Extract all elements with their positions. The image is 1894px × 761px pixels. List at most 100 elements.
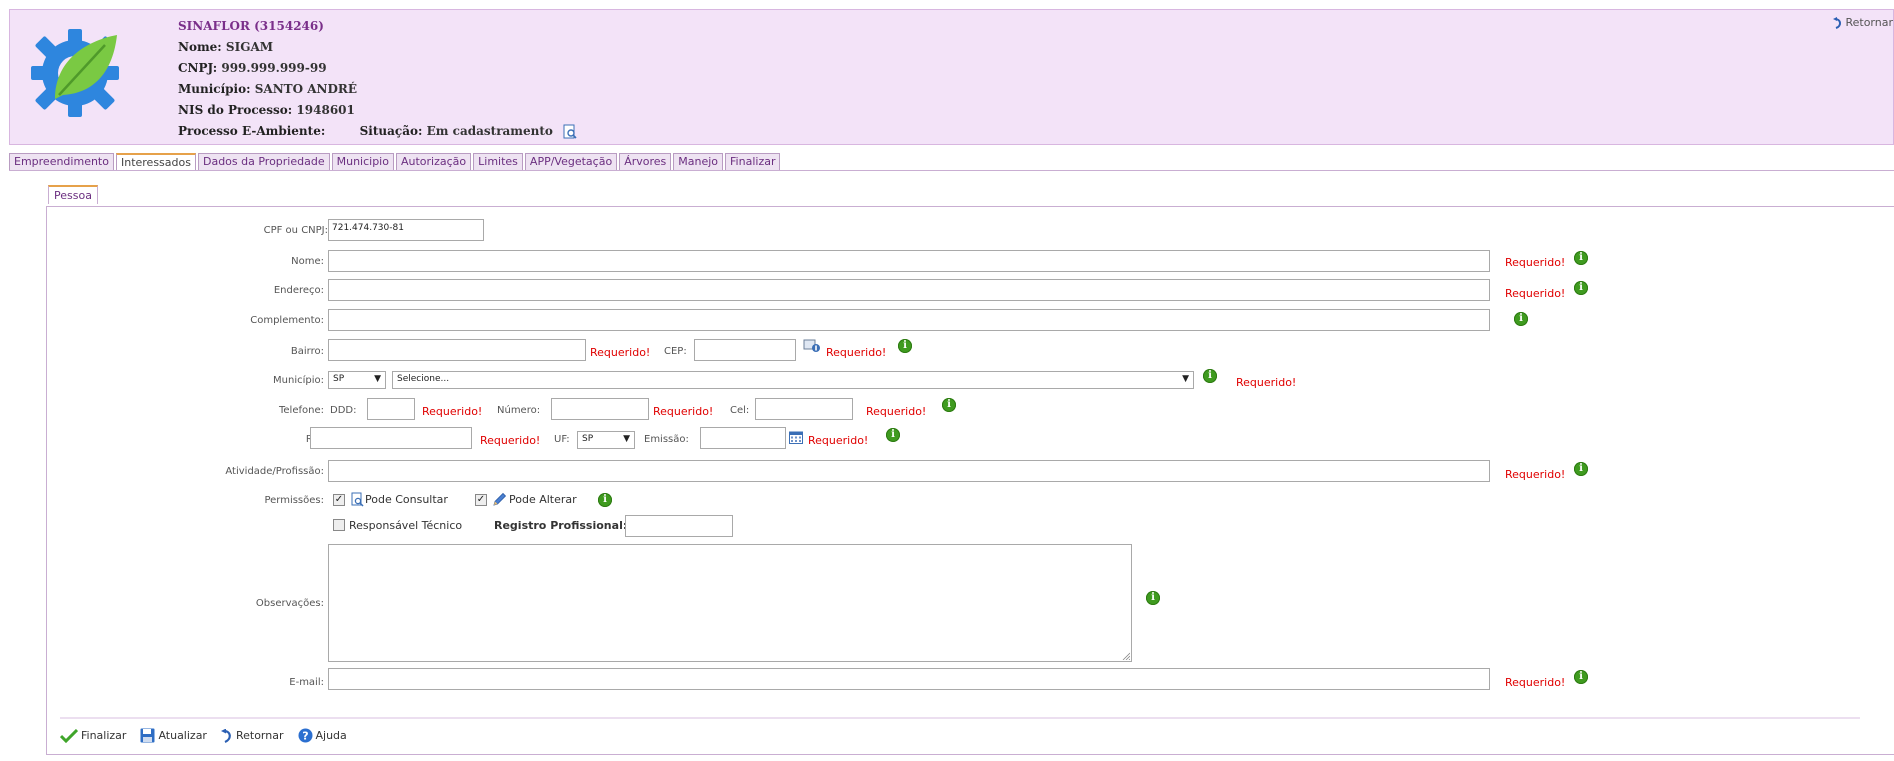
- pode-consultar-checkbox[interactable]: ✓: [333, 494, 345, 506]
- return-arrow-icon: [1833, 17, 1842, 29]
- ajuda-button[interactable]: ? Ajuda: [298, 728, 347, 743]
- email-input[interactable]: [328, 668, 1490, 690]
- tab-manejo[interactable]: Manejo: [673, 153, 724, 170]
- endereco-input[interactable]: [328, 279, 1490, 301]
- rg-input[interactable]: [310, 427, 472, 449]
- finalizar-button[interactable]: Finalizar: [60, 728, 127, 743]
- bairro-required: Requerido!: [590, 346, 651, 359]
- tab-pessoa[interactable]: Pessoa: [48, 185, 98, 204]
- permissoes-info-icon[interactable]: i: [598, 493, 612, 507]
- email-required: Requerido!: [1505, 676, 1566, 689]
- cpf-label: CPF ou CNPJ:: [263, 225, 328, 236]
- complemento-info-icon[interactable]: i: [1514, 312, 1528, 326]
- email-info-icon[interactable]: i: [1574, 670, 1588, 684]
- observacoes-textarea[interactable]: [328, 544, 1132, 662]
- registro-profissional-input[interactable]: [625, 515, 733, 537]
- municipio-info-icon[interactable]: i: [1203, 369, 1217, 383]
- retornar-label: Retornar: [235, 729, 284, 742]
- tab-app-vegetacao[interactable]: APP/Vegetação: [524, 153, 618, 170]
- form-actions: Finalizar Atualizar Retornar ? Ajuda: [60, 728, 361, 743]
- tab-finalizar[interactable]: Finalizar: [725, 153, 781, 170]
- ddd-label: DDD:: [330, 405, 357, 416]
- cep-required: Requerido!: [826, 346, 887, 359]
- processo-label: Processo E-Ambiente:: [178, 124, 326, 138]
- numero-input[interactable]: [551, 398, 649, 420]
- municipio-select-value: Selecione...: [397, 374, 450, 384]
- pencil-icon: [493, 492, 507, 506]
- atividade-info-icon[interactable]: i: [1574, 462, 1588, 476]
- resize-grip-icon[interactable]: [1122, 652, 1130, 660]
- emissao-required: Requerido!: [808, 434, 869, 447]
- atualizar-button[interactable]: Atualizar: [140, 728, 207, 743]
- tab-dados-propriedade[interactable]: Dados da Propriedade: [197, 153, 330, 170]
- endereco-required: Requerido!: [1505, 287, 1566, 300]
- telefone-info-icon[interactable]: i: [942, 398, 956, 412]
- municipio-required: Requerido!: [1236, 376, 1297, 389]
- finalizar-label: Finalizar: [81, 729, 127, 742]
- numero-required: Requerido!: [653, 405, 714, 418]
- pode-alterar-checkbox[interactable]: ✓: [475, 494, 487, 506]
- nome-field-label: Nome:: [291, 256, 324, 267]
- tab-autorizacao[interactable]: Autorização: [395, 153, 472, 170]
- cep-info-icon[interactable]: i: [898, 339, 912, 353]
- chevron-down-icon: ▼: [623, 434, 630, 444]
- cep-search-icon[interactable]: [803, 339, 821, 353]
- cep-label: CEP:: [664, 346, 687, 357]
- tab-interessados[interactable]: Interessados: [115, 153, 196, 171]
- tab-arvores[interactable]: Árvores: [619, 153, 672, 170]
- numero-label: Número:: [497, 405, 541, 416]
- responsavel-tecnico-checkbox[interactable]: [333, 519, 345, 531]
- rg-uf-label: UF:: [554, 434, 570, 445]
- tab-municipio[interactable]: Municipio: [331, 153, 394, 170]
- responsavel-tecnico-label: Responsável Técnico: [349, 519, 463, 532]
- nome-label: Nome:: [178, 40, 222, 54]
- calendar-icon[interactable]: [789, 431, 803, 444]
- cpf-input[interactable]: 721.474.730-81: [328, 219, 484, 241]
- endereco-info-icon[interactable]: i: [1574, 281, 1588, 295]
- emissao-input[interactable]: [700, 427, 786, 449]
- cel-required: Requerido!: [866, 405, 927, 418]
- municipio-uf-select[interactable]: SP ▼: [328, 371, 386, 389]
- rg-uf-select[interactable]: SP ▼: [577, 431, 635, 449]
- tab-limites[interactable]: Limites: [473, 153, 523, 170]
- municipio-uf-value: SP: [333, 374, 345, 384]
- tab-empreendimento[interactable]: Empreendimento: [9, 153, 114, 170]
- nome-input[interactable]: [328, 250, 1490, 272]
- nome-info-icon[interactable]: i: [1574, 251, 1588, 265]
- retornar-top-link[interactable]: Retornar: [1833, 16, 1893, 29]
- nome-value: SIGAM: [225, 40, 274, 54]
- rg-info-icon[interactable]: i: [886, 428, 900, 442]
- floppy-disk-icon: [140, 728, 155, 743]
- nis-value: 1948601: [296, 103, 355, 117]
- cel-input[interactable]: [755, 398, 853, 420]
- retornar-button[interactable]: Retornar: [220, 728, 284, 743]
- situacao-label: Situação:: [359, 124, 423, 138]
- tabs-divider: [9, 170, 1894, 171]
- complemento-input[interactable]: [328, 309, 1490, 331]
- pode-alterar-label: Pode Alterar: [509, 493, 577, 506]
- cep-input[interactable]: [694, 339, 796, 361]
- footer-divider: [60, 717, 1860, 719]
- registro-profissional-label: Registro Profissional:: [494, 519, 628, 532]
- process-info: SINAFLOR (3154246) Nome: SIGAM CNPJ: 999…: [178, 16, 577, 142]
- atividade-input[interactable]: [328, 460, 1490, 482]
- observacoes-info-icon[interactable]: i: [1146, 591, 1160, 605]
- rg-required: Requerido!: [480, 434, 541, 447]
- return-arrow-icon: [220, 728, 231, 743]
- rg-uf-value: SP: [582, 434, 594, 444]
- municipio-select[interactable]: Selecione... ▼: [392, 371, 1194, 389]
- nome-required: Requerido!: [1505, 256, 1566, 269]
- cnpj-value: 999.999.999-99: [221, 61, 327, 75]
- document-search-icon[interactable]: [563, 124, 577, 139]
- ddd-input[interactable]: [367, 398, 415, 420]
- chevron-down-icon: ▼: [374, 374, 381, 384]
- permissoes-label: Permissões:: [264, 495, 324, 506]
- chevron-down-icon: ▼: [1182, 374, 1189, 384]
- pode-consultar-label: Pode Consultar: [365, 493, 448, 506]
- document-search-icon: [351, 492, 364, 507]
- cnpj-label: CNPJ:: [178, 61, 218, 75]
- municipio-field-label: Município:: [273, 375, 324, 386]
- municipio-label: Município:: [178, 82, 251, 96]
- bairro-input[interactable]: [328, 339, 586, 361]
- emissao-label: Emissão:: [644, 434, 689, 445]
